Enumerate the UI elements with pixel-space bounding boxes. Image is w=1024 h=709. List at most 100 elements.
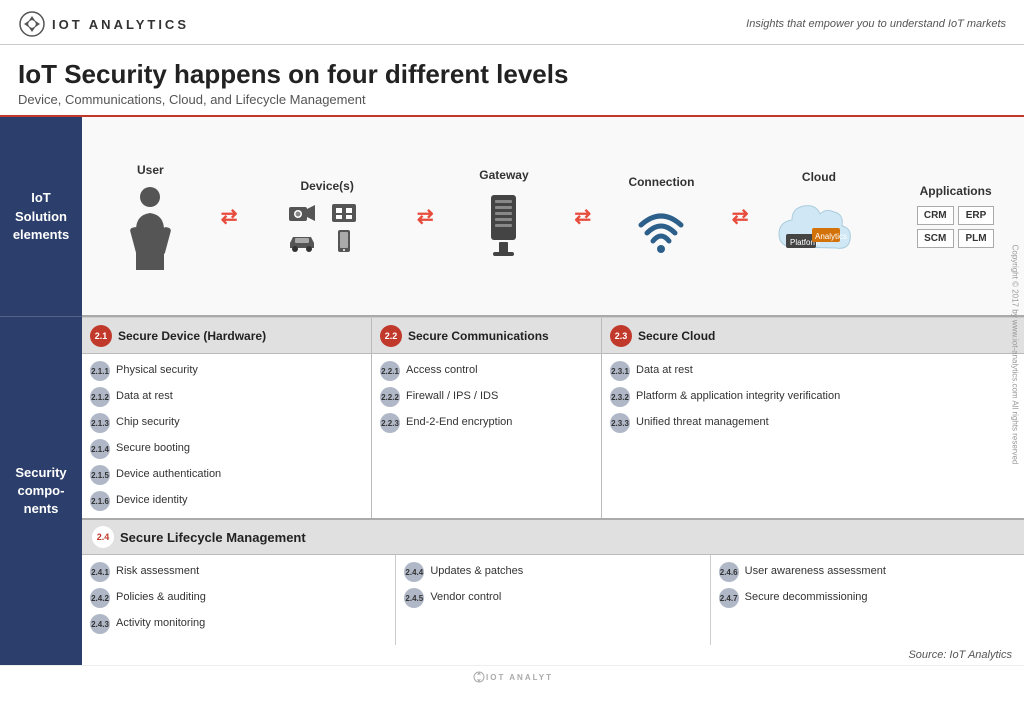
num-2-1-3: 2.1.3 xyxy=(90,413,110,433)
item-2-1-6: 2.1.6 Device identity xyxy=(82,488,371,514)
lc-col1-items: 2.4.1 Risk assessment 2.4.2 Policies & a… xyxy=(82,555,395,641)
item-2-4-6: 2.4.6 User awareness assessment xyxy=(711,559,1024,585)
person-icon xyxy=(128,185,173,270)
tagline: Insights that empower you to understand … xyxy=(746,18,1006,30)
lc-col2-items: 2.4.4 Updates & patches 2.4.5 Vendor con… xyxy=(396,555,709,615)
lifecycle-header: 2.4 Secure Lifecycle Management xyxy=(82,518,1024,555)
comms-badge: 2.2 xyxy=(380,325,402,347)
lc-col3-items: 2.4.6 User awareness assessment 2.4.7 Se… xyxy=(711,555,1024,615)
text-2-1-2: Data at rest xyxy=(116,387,173,404)
secure-cloud-header: 2.3 Secure Cloud xyxy=(602,318,1024,354)
upper-security: 2.1 Secure Device (Hardware) 2.1.1 Physi… xyxy=(82,317,1024,518)
text-2-4-7: Secure decommissioning xyxy=(745,588,868,605)
item-2-3-2: 2.3.2 Platform & application integrity v… xyxy=(602,384,1024,410)
num-2-1-1: 2.1.1 xyxy=(90,361,110,381)
main-card: IOT ANALYTICS Insights that empower you … xyxy=(0,0,1024,709)
wifi-icon xyxy=(631,197,691,257)
connection-col: Connection xyxy=(593,117,730,315)
num-2-2-1: 2.2.1 xyxy=(380,361,400,381)
text-2-4-1: Risk assessment xyxy=(116,562,199,579)
text-2-4-3: Activity monitoring xyxy=(116,614,205,631)
item-2-4-5: 2.4.5 Vendor control xyxy=(396,585,709,611)
num-2-4-3: 2.4.3 xyxy=(90,614,110,634)
main-title: IoT Security happens on four different l… xyxy=(18,59,1006,90)
device-items: 2.1.1 Physical security 2.1.2 Data at re… xyxy=(82,354,371,518)
arrow-device-gateway: ⇄ xyxy=(415,117,436,315)
comms-title: Secure Communications xyxy=(408,329,549,343)
text-2-1-3: Chip security xyxy=(116,413,180,430)
cloud-col: Cloud Platform Analytics xyxy=(751,117,888,315)
item-2-4-2: 2.4.2 Policies & auditing xyxy=(82,585,395,611)
main-content: User ⇄ Device(s) xyxy=(82,117,1024,665)
devices-grid xyxy=(287,201,367,253)
text-2-4-6: User awareness assessment xyxy=(745,562,886,579)
lifecycle-cols: 2.4.1 Risk assessment 2.4.2 Policies & a… xyxy=(82,555,1024,645)
svg-text:Analytics: Analytics xyxy=(815,232,847,241)
security-components-label: Security compo-nents xyxy=(0,317,82,665)
num-2-1-4: 2.1.4 xyxy=(90,439,110,459)
secure-device-col: 2.1 Secure Device (Hardware) 2.1.1 Physi… xyxy=(82,318,372,518)
erp-box: ERP xyxy=(958,206,995,225)
icons-row: User ⇄ Device(s) xyxy=(82,117,1024,317)
phone-icon xyxy=(329,229,359,253)
connection-label: Connection xyxy=(628,175,694,189)
gateway-icon xyxy=(481,190,526,265)
circuit-icon xyxy=(329,201,359,225)
lifecycle-section: 2.4 Secure Lifecycle Management 2.4.1 Ri… xyxy=(82,518,1024,645)
num-2-3-3: 2.3.3 xyxy=(610,413,630,433)
svg-text:IOT ANALYTICS: IOT ANALYTICS xyxy=(486,673,552,682)
lifecycle-col2: 2.4.4 Updates & patches 2.4.5 Vendor con… xyxy=(396,555,710,645)
secure-cloud-col: 2.3 Secure Cloud 2.3.1 Data at rest 2.3.… xyxy=(602,318,1024,518)
text-2-2-2: Firewall / IPS / IDS xyxy=(406,387,498,404)
arrow-connection-cloud: ⇄ xyxy=(730,117,751,315)
num-2-3-1: 2.3.1 xyxy=(610,361,630,381)
camera-icon xyxy=(287,201,317,225)
cloud-items: 2.3.1 Data at rest 2.3.2 Platform & appl… xyxy=(602,354,1024,440)
item-2-4-3: 2.4.3 Activity monitoring xyxy=(82,611,395,637)
item-2-3-3: 2.3.3 Unified threat management xyxy=(602,410,1024,436)
text-2-4-5: Vendor control xyxy=(430,588,501,605)
item-2-2-3: 2.2.3 End-2-End encryption xyxy=(372,410,601,436)
title-section: IoT Security happens on four different l… xyxy=(0,45,1024,117)
gateway-label: Gateway xyxy=(479,168,528,182)
arrow-user-device: ⇄ xyxy=(219,117,240,315)
item-2-1-3: 2.1.3 Chip security xyxy=(82,410,371,436)
text-2-3-1: Data at rest xyxy=(636,361,693,378)
car-icon xyxy=(287,229,317,253)
num-2-2-2: 2.2.2 xyxy=(380,387,400,407)
logo-icon xyxy=(18,10,46,38)
lifecycle-title: Secure Lifecycle Management xyxy=(120,530,306,545)
devices-label: Device(s) xyxy=(300,179,353,193)
text-2-4-4: Updates & patches xyxy=(430,562,523,579)
device-badge: 2.1 xyxy=(90,325,112,347)
item-2-1-5: 2.1.5 Device authentication xyxy=(82,462,371,488)
text-2-1-4: Secure booting xyxy=(116,439,190,456)
cloud-title: Secure Cloud xyxy=(638,329,715,343)
devices-col: Device(s) xyxy=(239,117,414,315)
footer: IOT ANALYTICS xyxy=(0,665,1024,695)
lifecycle-col3: 2.4.6 User awareness assessment 2.4.7 Se… xyxy=(711,555,1024,645)
device-title: Secure Device (Hardware) xyxy=(118,329,266,343)
num-2-4-1: 2.4.1 xyxy=(90,562,110,582)
item-2-2-2: 2.2.2 Firewall / IPS / IDS xyxy=(372,384,601,410)
num-2-1-6: 2.1.6 xyxy=(90,491,110,511)
item-2-4-4: 2.4.4 Updates & patches xyxy=(396,559,709,585)
comms-items: 2.2.1 Access control 2.2.2 Firewall / IP… xyxy=(372,354,601,440)
text-2-2-3: End-2-End encryption xyxy=(406,413,512,430)
crm-box: CRM xyxy=(917,206,954,225)
item-2-1-2: 2.1.2 Data at rest xyxy=(82,384,371,410)
plm-box: PLM xyxy=(958,229,995,248)
arrow-gateway-connection: ⇄ xyxy=(572,117,593,315)
num-2-3-2: 2.3.2 xyxy=(610,387,630,407)
applications-label: Applications xyxy=(920,184,992,198)
apps-grid: CRM ERP SCM PLM xyxy=(917,206,995,248)
item-2-1-4: 2.1.4 Secure booting xyxy=(82,436,371,462)
num-2-1-5: 2.1.5 xyxy=(90,465,110,485)
text-2-3-2: Platform & application integrity verific… xyxy=(636,387,840,404)
source: Source: IoT Analytics xyxy=(82,645,1024,665)
num-2-4-5: 2.4.5 xyxy=(404,588,424,608)
item-2-4-7: 2.4.7 Secure decommissioning xyxy=(711,585,1024,611)
num-2-2-3: 2.2.3 xyxy=(380,413,400,433)
gateway-col: Gateway xyxy=(436,117,573,315)
scm-box: SCM xyxy=(917,229,954,248)
